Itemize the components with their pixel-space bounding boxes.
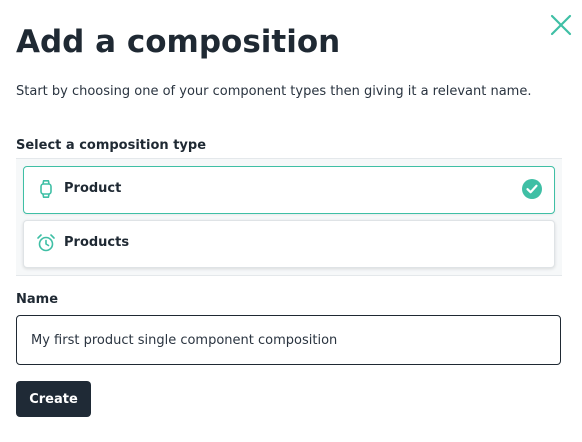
composition-type-label: Select a composition type bbox=[16, 138, 207, 153]
composition-type-list: Product Products bbox=[16, 158, 562, 276]
composition-type-label-product: Product bbox=[64, 181, 122, 196]
create-button[interactable]: Create bbox=[16, 381, 91, 417]
name-input[interactable] bbox=[17, 316, 560, 364]
close-button[interactable] bbox=[547, 11, 575, 39]
check-circle-icon bbox=[522, 179, 542, 199]
composition-type-label-products: Products bbox=[64, 235, 130, 250]
dialog-subtitle: Start by choosing one of your component … bbox=[16, 84, 532, 99]
alarm-clock-icon bbox=[37, 234, 55, 252]
composition-type-product[interactable]: Product bbox=[23, 166, 555, 214]
add-composition-dialog: Add a composition Start by choosing one … bbox=[0, 0, 582, 442]
close-icon bbox=[550, 14, 572, 36]
watch-icon bbox=[40, 180, 52, 198]
name-label: Name bbox=[16, 292, 59, 307]
dialog-title: Add a composition bbox=[16, 24, 341, 60]
name-field-wrapper bbox=[16, 315, 561, 365]
composition-type-products[interactable]: Products bbox=[23, 220, 555, 268]
